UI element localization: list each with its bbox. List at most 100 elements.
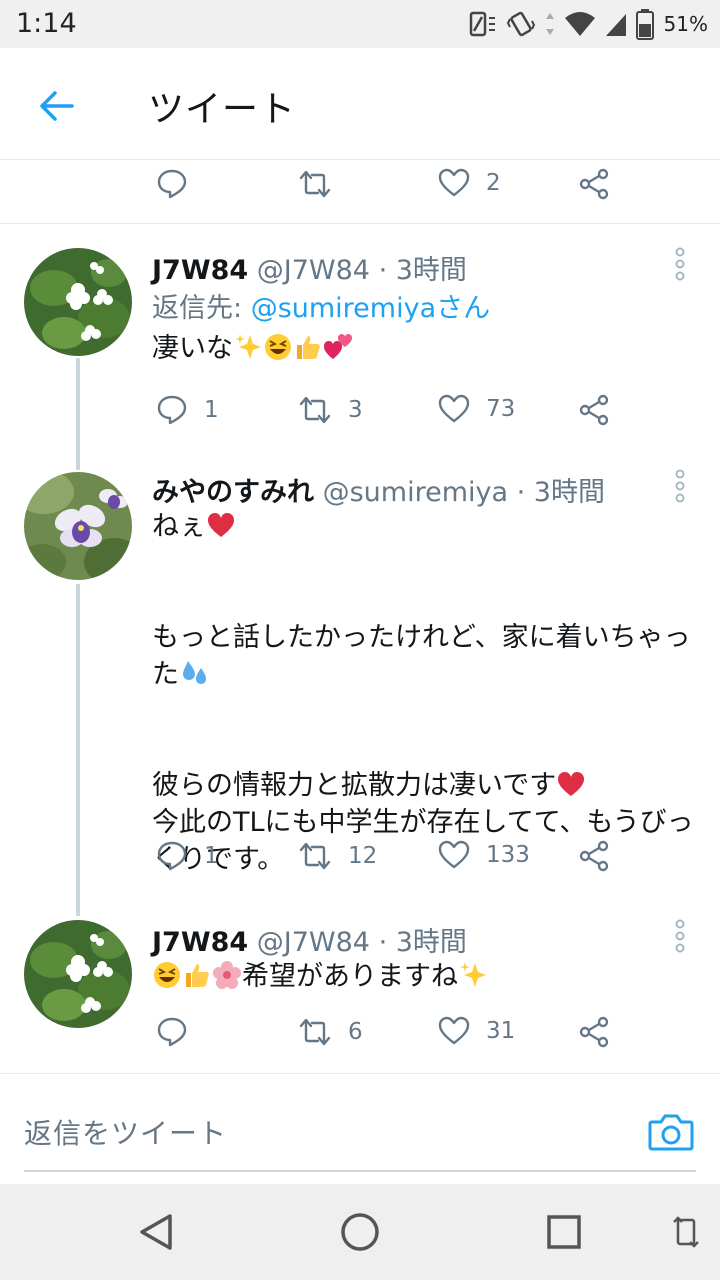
- sparkles-emoji: [460, 962, 486, 987]
- battery-icon: [635, 9, 654, 40]
- share-button[interactable]: [578, 168, 610, 200]
- sweat-droplets-emoji: [183, 661, 206, 684]
- status-time: 1:14: [16, 8, 77, 39]
- reply-composer: 返信をツイート: [0, 1082, 720, 1184]
- system-nav-bar: [0, 1184, 720, 1280]
- separator: ·: [369, 255, 396, 286]
- vibrate-icon: [506, 11, 535, 37]
- avatar[interactable]: [24, 248, 132, 356]
- display-name[interactable]: J7W84: [152, 927, 248, 958]
- tweet-header: みやのすみれ @sumiremiya · 3時間: [152, 470, 605, 509]
- display-name[interactable]: みやのすみれ: [152, 477, 314, 508]
- red-heart-emoji: [208, 513, 234, 537]
- reply-to-suffix[interactable]: さん: [436, 293, 490, 324]
- tweet[interactable]: みやのすみれ @sumiremiya · 3時間 ねぇもっと話したかったけれど、…: [0, 458, 720, 916]
- wifi-icon: [564, 12, 595, 36]
- share-icon: [579, 168, 609, 200]
- retweet-icon: [299, 1018, 331, 1046]
- share-button[interactable]: [578, 394, 610, 426]
- tweet-body: 希望がありますね: [242, 961, 458, 992]
- display-name[interactable]: J7W84: [152, 255, 248, 286]
- reply-button[interactable]: [156, 1016, 188, 1048]
- nav-recents-button[interactable]: [540, 1208, 588, 1256]
- nav-rotate-button[interactable]: [666, 1208, 706, 1256]
- thread-line: [76, 584, 80, 916]
- text-segment: 今此のTLにも中学生が存在してて、もうびっくりです。: [152, 807, 694, 875]
- more-options-icon[interactable]: [672, 918, 688, 954]
- two-hearts-emoji: [324, 334, 352, 359]
- signal-icon: [605, 14, 626, 36]
- text-line: ねぇ: [152, 508, 702, 545]
- status-icons: 51%: [468, 8, 708, 40]
- more-options-icon[interactable]: [672, 246, 688, 282]
- reply-button[interactable]: 1: [156, 840, 219, 872]
- retweet-button[interactable]: [298, 168, 332, 200]
- text-segment: ねぇ: [152, 511, 206, 542]
- reply-input[interactable]: 返信をツイート: [24, 1112, 227, 1152]
- page-title: ツイート: [148, 89, 297, 130]
- tweet-body: 凄いな: [152, 333, 233, 364]
- reply-button[interactable]: 1: [156, 394, 219, 426]
- camera-icon: [648, 1114, 694, 1151]
- share-button[interactable]: [578, 840, 610, 872]
- heart-icon: [438, 1016, 470, 1045]
- share-icon: [579, 840, 609, 872]
- cherry-blossom-emoji: [213, 961, 241, 989]
- grinning-squinting-emoji: [265, 334, 291, 360]
- nav-back-button[interactable]: [132, 1208, 180, 1256]
- thumbs-up-emoji: [297, 336, 320, 359]
- reply-icon: [157, 841, 187, 871]
- text-line: 彼らの情報力と拡散力は凄いです: [152, 767, 702, 804]
- more-options-icon[interactable]: [672, 468, 688, 504]
- back-button[interactable]: [28, 78, 84, 134]
- back-arrow-icon: [40, 91, 74, 121]
- triangle-back-icon: [140, 1214, 172, 1250]
- reply-icon: [157, 395, 187, 425]
- sparkles-emoji: [235, 334, 261, 359]
- nav-home-button[interactable]: [336, 1208, 384, 1256]
- nfc-icon: [469, 11, 495, 37]
- square-recents-icon: [547, 1215, 581, 1249]
- text-line: もっと話したかったけれど、家に着いちゃった: [152, 619, 702, 693]
- text-segment: 彼らの情報力と拡散力は凄いです: [152, 770, 557, 801]
- tweet[interactable]: J7W84 @J7W84 · 3時間 希望がありますね 6 31: [0, 908, 720, 1072]
- tweet[interactable]: J7W84 @J7W84 · 3時間 返信先: @sumiremiyaさん 凄い…: [0, 224, 720, 458]
- avatar[interactable]: [24, 920, 132, 1028]
- avatar[interactable]: [24, 472, 132, 580]
- handle[interactable]: @J7W84: [257, 927, 370, 958]
- retweet-icon: [299, 396, 331, 424]
- like-button[interactable]: 73: [438, 394, 515, 424]
- retweet-button[interactable]: 12: [298, 840, 377, 872]
- text-segment: もっと話したかったけれど、家に着いちゃった: [152, 622, 691, 690]
- like-button[interactable]: 133: [438, 840, 530, 870]
- timestamp: 3時間: [395, 255, 467, 286]
- text-line: 今此のTLにも中学生が存在してて、もうびっくりです。: [152, 804, 702, 878]
- like-button[interactable]: 2: [438, 168, 501, 198]
- thread-line: [76, 358, 80, 458]
- reply-to-line: 返信先: @sumiremiyaさん: [152, 286, 490, 325]
- circle-home-icon: [341, 1213, 379, 1251]
- reply-to-user-link[interactable]: @sumiremiya: [251, 293, 436, 324]
- tweet-header: J7W84 @J7W84 · 3時間: [152, 920, 467, 959]
- handle[interactable]: @J7W84: [257, 255, 370, 286]
- separator: ·: [369, 927, 396, 958]
- share-button[interactable]: [578, 1016, 610, 1048]
- reply-button[interactable]: [156, 168, 188, 200]
- like-button[interactable]: 31: [438, 1016, 515, 1046]
- tweet-text: 希望がありますね: [152, 958, 702, 995]
- retweet-button[interactable]: 6: [298, 1016, 363, 1048]
- reply-count: 1: [204, 843, 219, 869]
- violet-leaves-photo: [24, 248, 132, 356]
- share-icon: [579, 394, 609, 426]
- camera-button[interactable]: [648, 1112, 694, 1152]
- share-icon: [579, 1016, 609, 1048]
- like-count: 133: [486, 842, 530, 868]
- like-count: 2: [486, 170, 501, 196]
- prev-tweet-actions: 2: [0, 160, 720, 224]
- retweet-button[interactable]: 3: [298, 394, 363, 426]
- handle[interactable]: @sumiremiya: [323, 477, 508, 508]
- violet-flower-photo: [24, 472, 132, 580]
- thread-line: [76, 458, 80, 470]
